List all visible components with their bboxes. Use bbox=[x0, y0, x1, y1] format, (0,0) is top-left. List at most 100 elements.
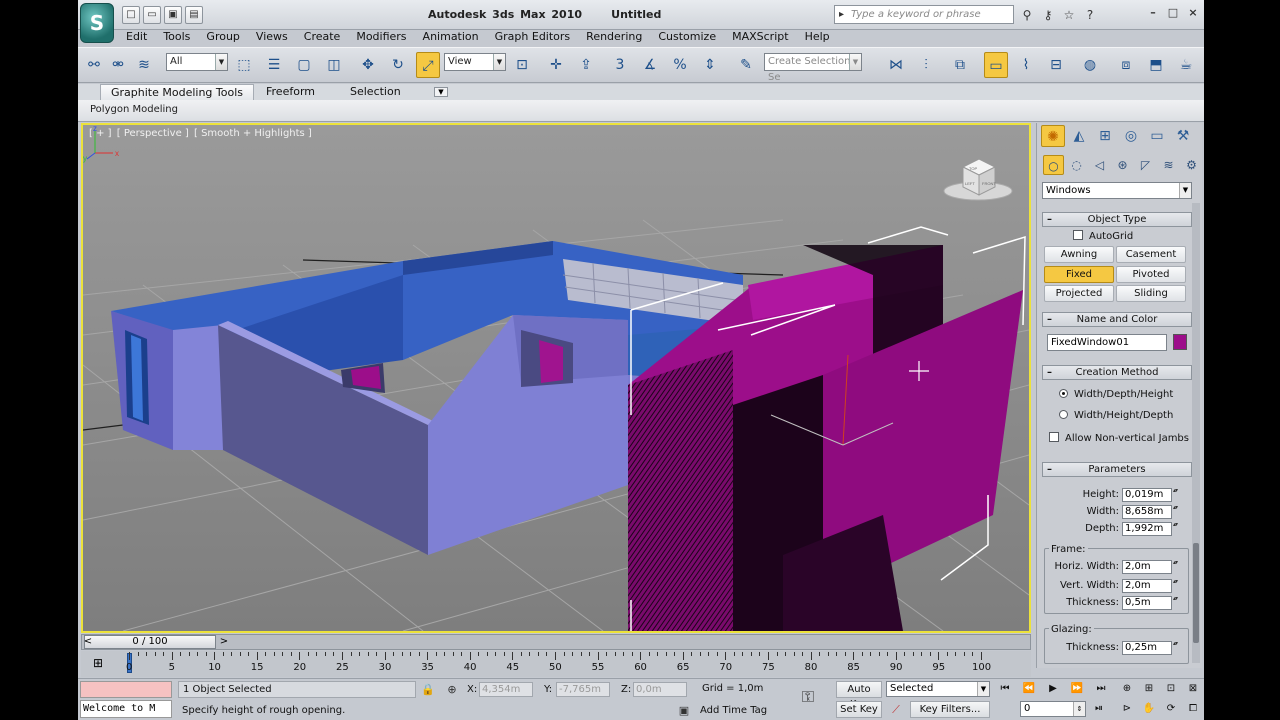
object-category-dropdown[interactable]: Windows ▼ bbox=[1042, 182, 1192, 199]
menu-views[interactable]: Views bbox=[248, 30, 296, 46]
help-icon[interactable]: ? bbox=[1081, 6, 1099, 24]
scale-icon[interactable]: ⤢ bbox=[416, 52, 440, 78]
select-manipulate-icon[interactable]: ✛ bbox=[544, 52, 568, 78]
binoculars-icon[interactable]: ⚲ bbox=[1018, 6, 1036, 24]
render-setup-icon[interactable]: ⧈ bbox=[1114, 52, 1138, 78]
viewport-pov-label[interactable]: [ Perspective ] bbox=[117, 128, 189, 139]
spinner-snap-icon[interactable]: ⇕ bbox=[698, 52, 722, 78]
time-slider-thumb[interactable]: 0 / 100 bbox=[83, 635, 229, 649]
mini-curve-editor-icon[interactable]: ⊞ bbox=[89, 655, 107, 671]
time-slider[interactable]: 0 / 100 bbox=[81, 634, 1031, 650]
width-spinner[interactable]: 8,658m bbox=[1122, 504, 1183, 519]
next-frame-icon[interactable]: ⏩ bbox=[1068, 681, 1086, 697]
material-editor-icon[interactable]: ◍ bbox=[1078, 52, 1102, 78]
menu-group[interactable]: Group bbox=[198, 30, 248, 46]
mirror-icon[interactable]: ⋈ bbox=[884, 52, 908, 78]
set-key-mode-icon[interactable]: ⚿ bbox=[800, 689, 816, 705]
creation-method-rollout[interactable]: Creation Method bbox=[1042, 365, 1192, 380]
absolute-mode-icon[interactable]: ⊕ bbox=[444, 682, 460, 698]
star-icon[interactable]: ☆ bbox=[1060, 6, 1078, 24]
object-name-input[interactable]: FixedWindow01 bbox=[1047, 334, 1167, 351]
menu-tools[interactable]: Tools bbox=[155, 30, 198, 46]
align-icon[interactable]: ⫶ bbox=[914, 52, 938, 78]
named-selection-dropdown[interactable]: Create Selection Se ▼ bbox=[764, 53, 862, 83]
menu-customize[interactable]: Customize bbox=[650, 30, 724, 46]
current-frame-field[interactable]: 0 ⇕ bbox=[1020, 701, 1086, 717]
space-warps-icon[interactable]: ≋ bbox=[1158, 155, 1179, 175]
object-type-rollout[interactable]: Object Type bbox=[1042, 212, 1192, 227]
modify-tab-icon[interactable]: ◭ bbox=[1067, 125, 1091, 147]
rectangular-selection-icon[interactable]: ▢ bbox=[292, 52, 316, 78]
angle-snap-icon[interactable]: ∡ bbox=[638, 52, 662, 78]
time-tag-icon[interactable]: ▣ bbox=[676, 703, 692, 719]
y-coordinate-field[interactable]: -7,765m bbox=[556, 682, 610, 697]
allow-non-vertical-jambs-checkbox[interactable]: Allow Non-vertical Jambs bbox=[1049, 432, 1189, 445]
select-object-icon[interactable]: ⬚ bbox=[232, 52, 256, 78]
previous-frame-icon[interactable]: ⏪ bbox=[1020, 681, 1038, 697]
projected-button[interactable]: Projected bbox=[1044, 285, 1114, 302]
lights-icon[interactable]: ◁ bbox=[1089, 155, 1110, 175]
field-of-view-icon[interactable]: ⊳ bbox=[1118, 701, 1136, 717]
selection-filter-dropdown[interactable]: All ▼ bbox=[166, 53, 228, 71]
zoom-extents-icon[interactable]: ⊡ bbox=[1162, 681, 1180, 697]
x-coordinate-field[interactable]: 4,354m bbox=[479, 682, 533, 697]
open-file-icon[interactable]: ▭ bbox=[143, 6, 161, 24]
cameras-icon[interactable]: ⊛ bbox=[1112, 155, 1133, 175]
vert-width-spinner[interactable]: 2,0m bbox=[1122, 578, 1183, 593]
autogrid-checkbox[interactable]: AutoGrid bbox=[1073, 230, 1133, 243]
polygon-modeling-label[interactable]: Polygon Modeling bbox=[90, 104, 178, 115]
maxscript-listener-pink[interactable] bbox=[80, 681, 172, 698]
key-icon[interactable]: ⚷ bbox=[1039, 6, 1057, 24]
radio-width-depth-height[interactable]: Width/Depth/Height bbox=[1059, 389, 1173, 401]
set-key-button[interactable]: Set Key bbox=[836, 701, 882, 718]
unlink-icon[interactable]: ⚮ bbox=[106, 52, 130, 78]
menu-edit[interactable]: Edit bbox=[118, 30, 155, 46]
casement-button[interactable]: Casement bbox=[1116, 246, 1186, 263]
go-to-end-icon[interactable]: ⏭ bbox=[1092, 681, 1110, 697]
awning-button[interactable]: Awning bbox=[1044, 246, 1114, 263]
z-coordinate-field[interactable]: 0,0m bbox=[633, 682, 687, 697]
command-panel-scrollbar[interactable] bbox=[1192, 203, 1200, 663]
rotate-icon[interactable]: ↻ bbox=[386, 52, 410, 78]
search-input[interactable]: Type a keyword or phrase bbox=[834, 5, 1014, 24]
display-tab-icon[interactable]: ▭ bbox=[1145, 125, 1169, 147]
shapes-icon[interactable]: ◌ bbox=[1066, 155, 1087, 175]
minimize-icon[interactable]: – bbox=[1146, 6, 1160, 20]
add-time-tag-button[interactable]: Add Time Tag bbox=[696, 703, 786, 720]
zoom-icon[interactable]: ⊕ bbox=[1118, 681, 1136, 697]
menu-maxscript[interactable]: MAXScript bbox=[724, 30, 796, 46]
sliding-button[interactable]: Sliding bbox=[1116, 285, 1186, 302]
name-and-color-rollout[interactable]: Name and Color bbox=[1042, 312, 1192, 327]
percent-snap-icon[interactable]: % bbox=[668, 52, 692, 78]
motion-tab-icon[interactable]: ◎ bbox=[1119, 125, 1143, 147]
menu-create[interactable]: Create bbox=[296, 30, 349, 46]
key-mode-dropdown[interactable]: Selected ▼ bbox=[886, 681, 990, 697]
key-mode-toggle-icon[interactable]: ⏯ bbox=[1090, 701, 1108, 717]
snaps-toggle-icon[interactable]: 3 bbox=[608, 52, 632, 78]
pivoted-button[interactable]: Pivoted bbox=[1116, 266, 1186, 283]
pivot-center-icon[interactable]: ⊡ bbox=[510, 52, 534, 78]
object-color-swatch[interactable] bbox=[1173, 334, 1187, 350]
zoom-extents-all-icon[interactable]: ⊠ bbox=[1184, 681, 1202, 697]
create-tab-icon[interactable]: ✺ bbox=[1041, 125, 1065, 147]
new-file-icon[interactable]: □ bbox=[122, 6, 140, 24]
tab-selection[interactable]: Selection bbox=[340, 84, 411, 100]
horiz-width-spinner[interactable]: 2,0m bbox=[1122, 559, 1183, 574]
geometry-icon[interactable]: ○ bbox=[1043, 155, 1064, 175]
lock-selection-icon[interactable]: 🔒 bbox=[420, 682, 436, 698]
frame-thickness-spinner[interactable]: 0,5m bbox=[1122, 595, 1183, 610]
menu-help[interactable]: Help bbox=[797, 30, 838, 46]
menu-animation[interactable]: Animation bbox=[415, 30, 487, 46]
pan-icon[interactable]: ✋ bbox=[1140, 701, 1158, 717]
graphite-toggle-icon[interactable]: ▭ bbox=[984, 52, 1008, 78]
key-filters-button[interactable]: Key Filters... bbox=[910, 701, 990, 718]
viewport-shading-label[interactable]: [ Smooth + Highlights ] bbox=[194, 128, 312, 139]
maximize-icon[interactable]: □ bbox=[1166, 6, 1180, 20]
utilities-tab-icon[interactable]: ⚒ bbox=[1171, 125, 1195, 147]
curve-editor-icon[interactable]: ⌇ bbox=[1014, 52, 1038, 78]
orbit-icon[interactable]: ⟳ bbox=[1162, 701, 1180, 717]
play-icon[interactable]: ▶ bbox=[1044, 681, 1062, 697]
save-icon[interactable]: ▣ bbox=[164, 6, 182, 24]
close-icon[interactable]: × bbox=[1186, 6, 1200, 20]
select-by-name-icon[interactable]: ☰ bbox=[262, 52, 286, 78]
